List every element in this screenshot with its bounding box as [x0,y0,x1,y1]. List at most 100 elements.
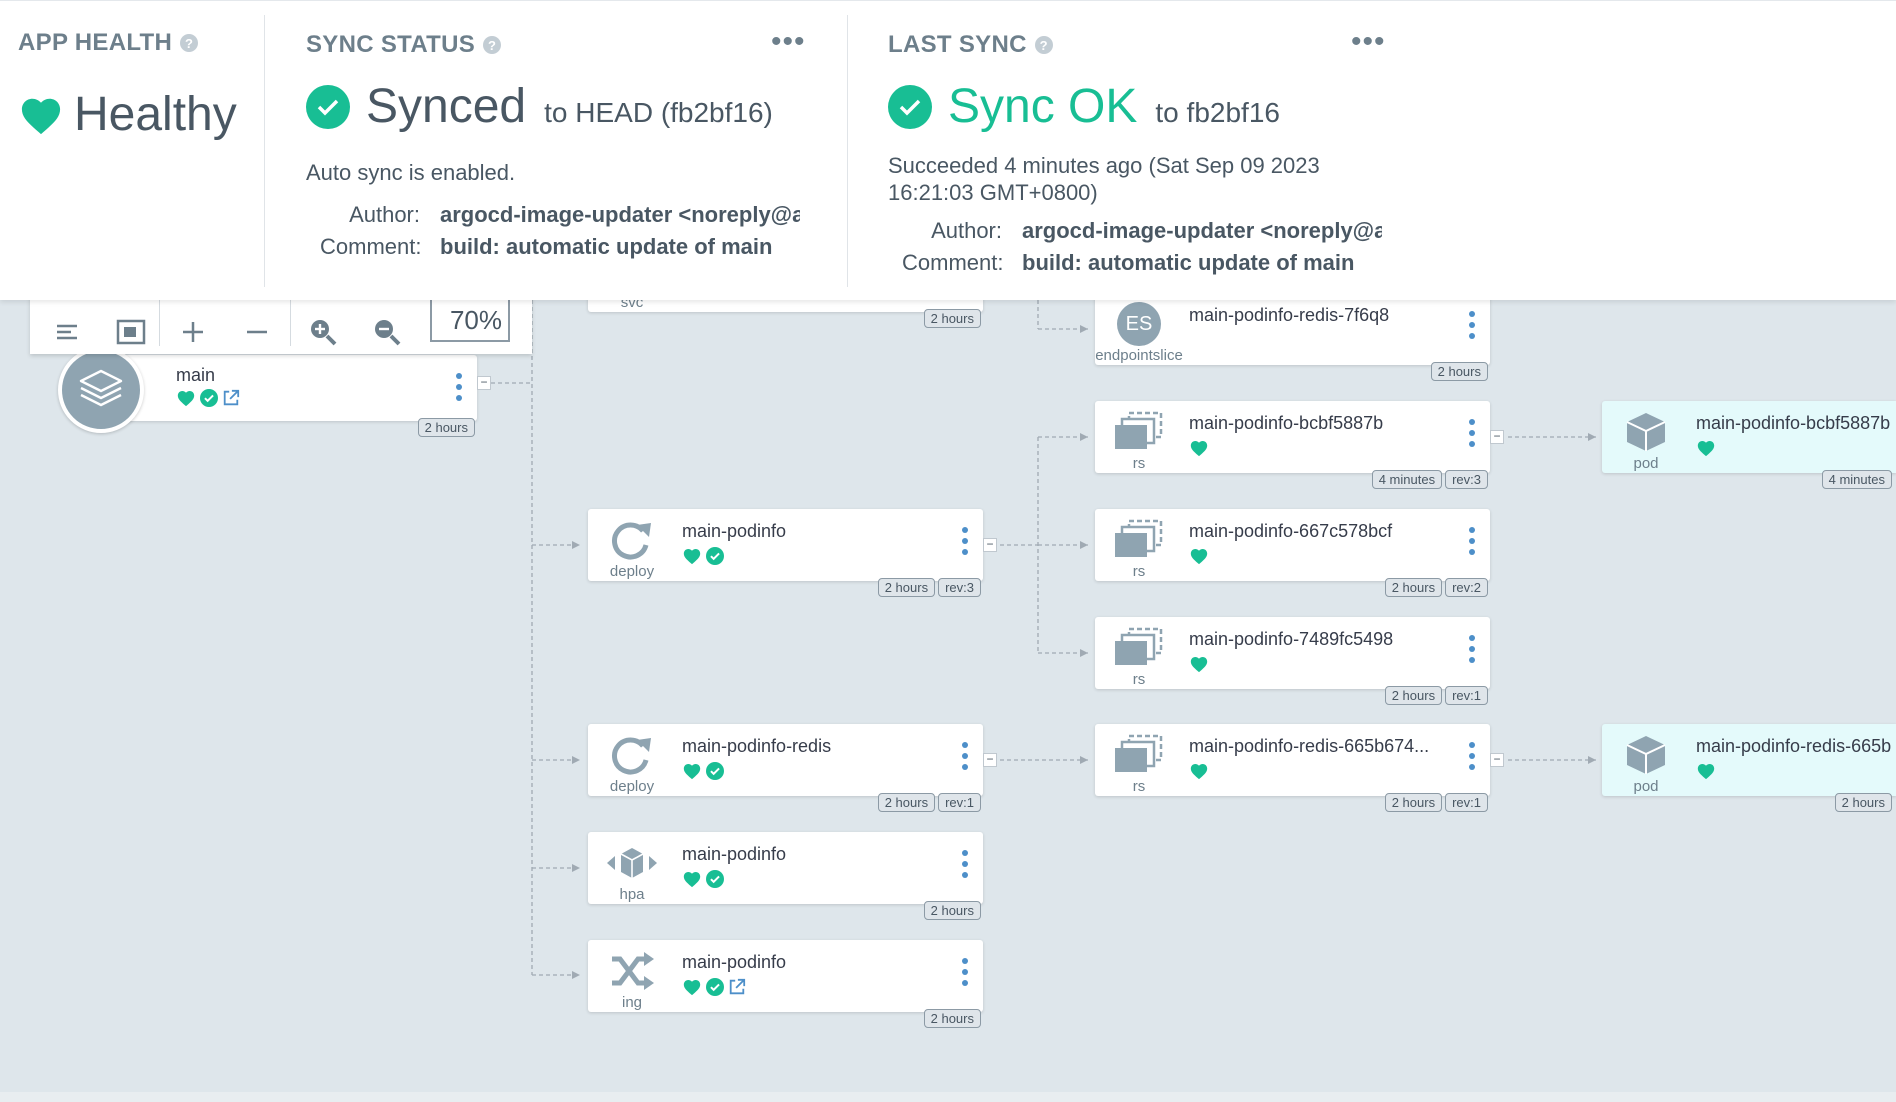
heart-icon [1190,764,1208,780]
revision-tag: rev:3 [1445,470,1488,489]
heart-icon [683,980,701,996]
cube-icon [1626,413,1666,451]
external-link-icon[interactable] [222,389,240,407]
sync-status-text: Synced [366,80,527,133]
help-icon[interactable]: ? [180,34,199,52]
shuffle-icon [612,952,654,990]
endpointslice-icon: ES [1117,302,1161,346]
replicaset-node[interactable]: rs main-podinfo-bcbf5887b 4 minutes rev:3 [1095,401,1490,489]
last-sync-target: to fb2bf16 [1155,97,1280,128]
node-kind: endpointslice [1095,347,1183,364]
pod-node[interactable]: pod main-podinfo-redis-665b 2 hours [1602,724,1896,812]
check-circle-icon [706,978,724,996]
comment-value: build: automatic update of main [440,234,773,259]
zoom-in-button[interactable] [298,302,348,362]
last-sync-time-line2: 16:21:03 GMT+0800) [888,180,1098,205]
node-kind: ing [621,994,643,1011]
node-menu-button[interactable] [961,850,969,878]
heart-icon [683,549,701,565]
fit-view-button[interactable] [106,302,156,362]
node-name: main-podinfo-667c578bcf [1189,521,1393,541]
node-kind: deploy [609,778,655,795]
node-menu-button[interactable] [961,958,969,986]
check-circle-icon [306,84,350,129]
heart-icon [1190,657,1208,673]
external-link-icon[interactable] [728,978,746,996]
node-menu-button[interactable] [1468,635,1476,663]
revision-tag: rev:2 [1445,578,1488,597]
node-kind: deploy [609,563,655,580]
age-tag: 4 minutes [1821,470,1892,489]
node-menu-button[interactable] [1468,527,1476,555]
more-options-icon[interactable]: ••• [1351,27,1386,57]
last-sync-title: LAST SYNC [888,31,1027,58]
check-circle-icon [888,84,932,129]
age-tag: 2 hours [1384,793,1443,812]
collapse-toggle[interactable]: − [983,538,997,552]
node-menu-button[interactable] [961,742,969,770]
deploy-node[interactable]: deploy main-podinfo-redis 2 hours rev:1 [588,724,983,812]
node-name: main-podinfo-redis [682,736,832,756]
list-icon [57,324,77,340]
heart-icon [21,98,61,134]
collapse-toggle[interactable]: − [1490,430,1504,444]
comment-label: Comment: [320,234,422,259]
node-kind: pod [1633,455,1659,472]
app-root-node[interactable]: main 2 hours [100,355,477,437]
app-health-title: APP HEALTH [18,29,173,56]
heart-icon [683,872,701,888]
replicaset-icon [1115,627,1163,665]
heart-icon [1697,764,1715,780]
fit-screen-icon [116,319,146,345]
author-label: Author: [349,202,420,227]
heart-icon [1190,549,1208,565]
node-menu-button[interactable] [455,373,463,401]
comment-label: Comment: [902,250,1004,275]
collapse-all-button[interactable] [232,302,282,362]
ingress-node[interactable]: ing main-podinfo 2 hours [588,940,983,1028]
age-tag: 2 hours [1430,362,1488,381]
hpa-node[interactable]: hpa main-podinfo 2 hours [588,832,983,920]
heart-icon [1190,441,1208,457]
node-name: main-podinfo-redis-665b [1696,736,1892,756]
cube-icon [1626,736,1666,774]
app-health-panel: APP HEALTH ? Healthy [18,11,258,287]
pod-node[interactable]: pod main-podinfo-bcbf5887b 4 minutes [1602,401,1896,489]
collapse-toggle[interactable]: − [477,376,491,390]
replicaset-node[interactable]: rs main-podinfo-redis-665b674... 2 hours… [1095,724,1490,812]
revision-tag: rev:1 [938,793,981,812]
node-menu-button[interactable] [961,527,969,555]
author-label: Author: [931,218,1002,243]
help-icon[interactable]: ? [1034,36,1053,54]
more-options-icon[interactable]: ••• [771,27,806,57]
expand-all-button[interactable] [168,302,218,362]
replicaset-icon [1115,519,1163,557]
node-menu-button[interactable] [1468,419,1476,447]
last-sync-panel: LAST SYNC ? ••• Sync OK to fb2bf16 Succe… [888,11,1408,287]
list-view-button[interactable] [42,302,92,362]
node-menu-button[interactable] [1468,311,1476,339]
check-circle-icon [706,762,724,780]
node-kind: hpa [619,886,645,903]
node-kind: rs [1132,455,1146,472]
replicaset-node[interactable]: rs main-podinfo-7489fc5498 2 hours rev:1 [1095,617,1490,705]
collapse-toggle[interactable]: − [983,753,997,767]
zoom-in-icon [311,320,337,346]
author-value: argocd-image-updater <noreply@a... [440,202,800,227]
node-menu-button[interactable] [1468,742,1476,770]
age-tag: 2 hours [923,901,981,920]
help-icon[interactable]: ? [483,36,502,54]
comment-value: build: automatic update of main [1022,250,1355,275]
zoom-out-button[interactable] [362,302,412,362]
app-status-panel: APP HEALTH ? Healthy SYNC STATUS ? ••• S… [0,0,1896,300]
endpointslice-node[interactable]: ES endpointslice main-podinfo-redis-7f6q… [1095,293,1490,381]
revision-tag: rev:1 [1445,686,1488,705]
age-tag: 2 hours [1834,793,1892,812]
last-sync-time-line1: Succeeded 4 minutes ago (Sat Sep 09 2023 [888,153,1320,178]
heart-icon [1697,441,1715,457]
minus-icon [247,330,267,334]
sync-status-panel: SYNC STATUS ? ••• Synced to HEAD (fb2bf1… [306,11,806,287]
collapse-toggle[interactable]: − [1490,753,1504,767]
deploy-node[interactable]: deploy main-podinfo 2 hours rev:3 [588,509,983,597]
replicaset-node[interactable]: rs main-podinfo-667c578bcf 2 hours rev:2 [1095,509,1490,597]
